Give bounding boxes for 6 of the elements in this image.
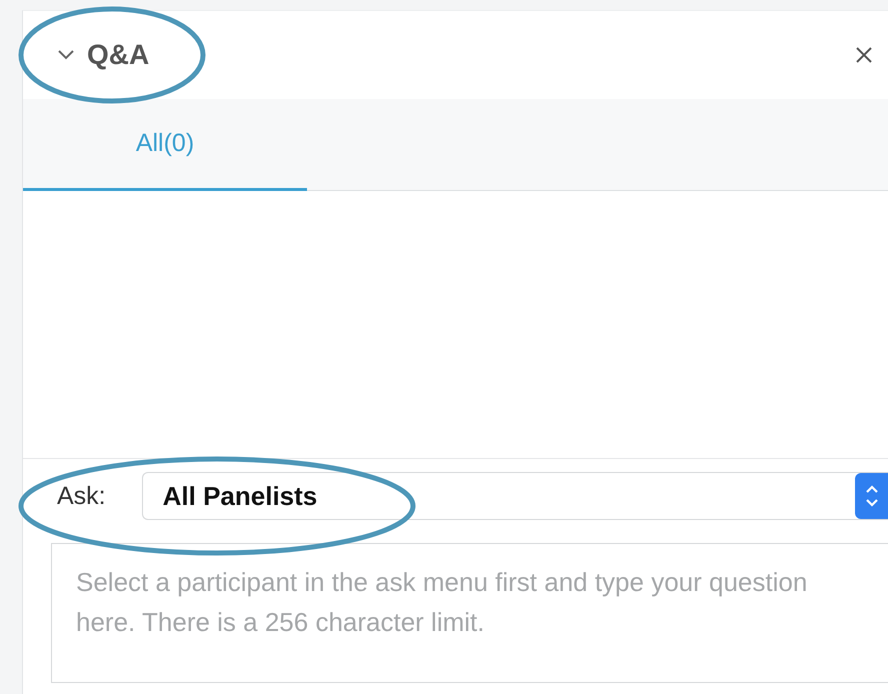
close-icon[interactable] [854,45,874,65]
question-field[interactable]: Select a participant in the ask menu first and type your question here. There is a 256 character limit. [51,543,888,683]
panel-title: Q&A [87,39,150,71]
chevron-icon[interactable] [57,49,75,61]
recipient-select[interactable]: All Panelists [142,472,888,520]
ask-label: Ask: [57,482,106,510]
